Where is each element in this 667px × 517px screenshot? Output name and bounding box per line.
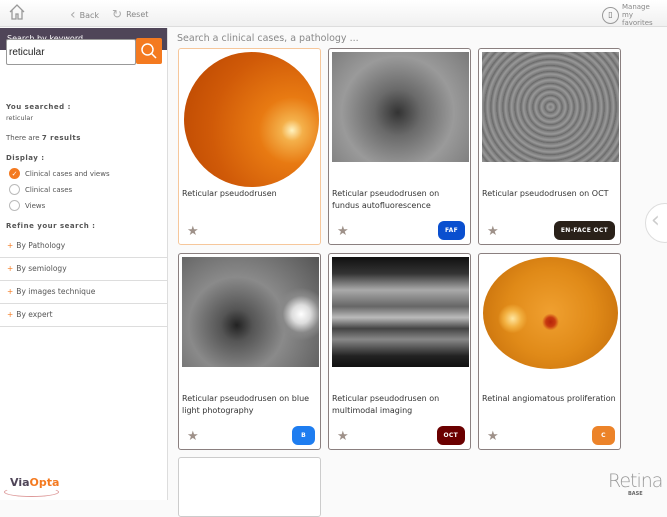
fundus-image xyxy=(483,257,618,369)
refine-label: By images technique xyxy=(16,287,96,296)
refine-by-semiology[interactable]: + By semiology xyxy=(0,258,168,281)
star-icon[interactable]: ★ xyxy=(187,429,199,444)
badge-oct: OCT xyxy=(436,426,465,445)
result-card[interactable]: Reticular pseudodrusen on fundus autoflu… xyxy=(328,48,471,245)
radio-label: Views xyxy=(25,201,46,210)
logo-swoosh xyxy=(4,487,59,497)
search-button[interactable] xyxy=(136,38,162,64)
reset-button[interactable]: ↻ Reset xyxy=(112,7,148,21)
check-icon: ✓ xyxy=(9,168,20,179)
card-title: Reticular pseudodrusen on fundus autoflu… xyxy=(332,189,440,210)
top-bar: ‹ Back ↻ Reset ▯ Manage my favorites xyxy=(0,0,667,27)
brand-sub: BASE xyxy=(628,491,643,497)
star-icon[interactable]: ★ xyxy=(337,224,349,239)
card-title: Retinal angiomatous proliferation xyxy=(482,394,616,403)
radio-circle-icon xyxy=(9,200,20,211)
results-prefix: There are xyxy=(6,134,40,142)
refine-label: By Pathology xyxy=(16,241,66,250)
refine-label: Refine your search : xyxy=(6,222,96,230)
reset-label: Reset xyxy=(126,9,149,19)
star-icon[interactable]: ★ xyxy=(487,429,499,444)
refine-by-pathology[interactable]: + By Pathology xyxy=(0,235,168,258)
result-card[interactable]: Reticular pseudodrusen on multimodal ima… xyxy=(328,253,471,450)
refine-by-images-technique[interactable]: + By images technique xyxy=(0,281,168,304)
back-button[interactable]: ‹ Back xyxy=(70,7,99,23)
card-title: Reticular pseudodrusen on multimodal ima… xyxy=(332,394,440,415)
oct-image xyxy=(482,52,619,162)
radio-label: Clinical cases xyxy=(25,185,73,194)
result-card[interactable]: Retinal angiomatous proliferation ★ C xyxy=(478,253,621,450)
reset-icon: ↻ xyxy=(112,7,123,21)
multimodal-image xyxy=(332,257,469,367)
result-card[interactable]: Reticular pseudodrusen ★ xyxy=(178,48,321,245)
favorites-label: Manage my favorites xyxy=(622,3,653,27)
radio-circle-icon xyxy=(9,184,20,195)
results-count: 7 results xyxy=(41,134,81,142)
chevron-left-icon: ‹ xyxy=(70,7,76,23)
chevron-left-icon: ‹ xyxy=(651,208,660,233)
retina-base-logo: Retina BASE xyxy=(608,470,663,497)
results-text: There are 7 results xyxy=(6,134,81,142)
radio-clinical-cases-and-views[interactable]: ✓ Clinical cases and views xyxy=(9,168,110,179)
back-label: Back xyxy=(79,10,100,20)
card-title: Reticular pseudodrusen on OCT xyxy=(482,189,609,198)
refine-by-expert[interactable]: + By expert xyxy=(0,304,168,327)
favorites-icon: ▯ xyxy=(602,6,619,24)
search-hint: Search a clinical cases, a pathology ... xyxy=(177,33,359,44)
plus-icon: + xyxy=(7,241,14,250)
plus-icon: + xyxy=(7,310,14,319)
star-icon[interactable]: ★ xyxy=(337,429,349,444)
badge-b: B xyxy=(292,426,315,445)
result-card[interactable]: Reticular pseudodrusen on OCT ★ EN-FACE … xyxy=(478,48,621,245)
star-icon[interactable]: ★ xyxy=(187,224,199,239)
badge-faf: FAF xyxy=(437,221,465,240)
fundus-image xyxy=(184,52,319,187)
search-icon xyxy=(141,43,157,59)
card-title: Reticular pseudodrusen xyxy=(182,189,277,198)
plus-icon: + xyxy=(7,264,14,273)
card-title: Reticular pseudodrusen on blue light pho… xyxy=(182,394,310,415)
radio-views[interactable]: Views xyxy=(9,200,45,211)
refine-label: By expert xyxy=(16,310,53,319)
star-icon[interactable]: ★ xyxy=(487,224,499,239)
badge-c: C xyxy=(592,426,615,445)
manage-favorites-button[interactable]: ▯ Manage my favorites xyxy=(602,3,662,27)
search-input[interactable] xyxy=(6,39,136,65)
result-card-partial[interactable] xyxy=(178,457,321,517)
result-card[interactable]: Reticular pseudodrusen on blue light pho… xyxy=(178,253,321,450)
radio-clinical-cases[interactable]: Clinical cases xyxy=(9,184,72,195)
next-arrow[interactable]: ‹ xyxy=(645,203,667,243)
display-label: Display : xyxy=(6,154,45,162)
radio-label: Clinical cases and views xyxy=(25,169,110,178)
you-searched-label: You searched : xyxy=(6,103,71,111)
blue-light-image xyxy=(182,257,319,367)
refine-label: By semiology xyxy=(16,264,67,273)
brand-text: Retina xyxy=(608,470,663,492)
home-icon[interactable] xyxy=(8,3,26,21)
plus-icon: + xyxy=(7,287,14,296)
faf-image xyxy=(332,52,469,162)
badge-en-face-oct: EN-FACE OCT xyxy=(553,221,615,240)
you-searched-value: reticular xyxy=(6,114,34,122)
